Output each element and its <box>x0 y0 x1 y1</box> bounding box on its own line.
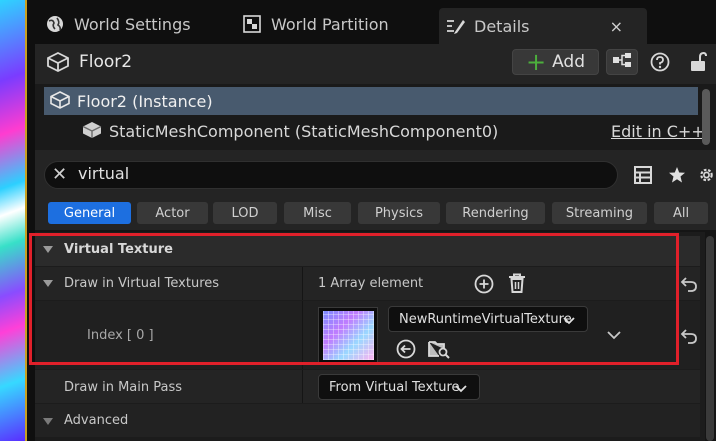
edit-in-cpp-link[interactable]: Edit in C++ <box>611 122 705 141</box>
filter-streaming[interactable]: Streaming <box>552 202 647 224</box>
property-matrix-icon[interactable] <box>632 164 654 186</box>
tab-label: Details <box>474 16 530 36</box>
filter-all[interactable]: All <box>654 202 708 224</box>
globe-icon <box>46 15 64 33</box>
static-mesh-icon <box>82 121 102 143</box>
column-divider[interactable] <box>302 370 303 403</box>
details-pencil-icon <box>446 17 465 35</box>
blueprint-hierarchy-button[interactable] <box>606 49 638 75</box>
add-component-button[interactable]: + Add <box>512 49 599 75</box>
viewport-edge <box>0 0 27 441</box>
actor-icon <box>47 51 69 76</box>
collapse-arrow-icon[interactable] <box>43 418 53 425</box>
panel-scrollbar[interactable] <box>706 236 714 441</box>
tree-item-root-label: Floor2 (Instance) <box>77 92 213 111</box>
filter-actor[interactable]: Actor <box>137 202 208 224</box>
close-tab-icon[interactable]: × <box>610 17 623 36</box>
category-advanced-row[interactable] <box>35 404 700 437</box>
filter-physics[interactable]: Physics <box>358 202 440 224</box>
tab-world-settings[interactable]: World Settings <box>46 8 191 40</box>
lock-icon[interactable] <box>686 50 710 74</box>
category-advanced-label: Advanced <box>64 413 129 428</box>
filter-general[interactable]: General <box>48 202 131 224</box>
hierarchy-icon <box>612 52 632 72</box>
search-input-value[interactable]: virtual <box>78 164 129 183</box>
tab-details[interactable]: Details × <box>439 8 647 44</box>
reset-to-default-icon[interactable] <box>678 325 700 347</box>
tab-label: World Partition <box>271 14 389 34</box>
highlight-box <box>29 233 679 365</box>
grid-map-icon <box>243 15 261 33</box>
plus-icon: + <box>525 48 547 76</box>
help-icon[interactable] <box>647 50 673 74</box>
tab-world-partition[interactable]: World Partition <box>243 8 389 40</box>
draw-in-main-pass-value: From Virtual Texture <box>329 379 460 395</box>
settings-gear-icon[interactable] <box>697 163 716 187</box>
reset-to-default-icon[interactable] <box>678 273 700 295</box>
filter-misc[interactable]: Misc <box>284 202 351 224</box>
actor-instance-icon <box>50 91 70 113</box>
tree-item-static-mesh-component[interactable]: StaticMeshComponent (StaticMeshComponent… <box>109 122 498 141</box>
draw-in-main-pass-label: Draw in Main Pass <box>64 380 183 395</box>
tab-label: World Settings <box>74 14 191 34</box>
tree-scrollbar[interactable] <box>702 89 710 145</box>
favorites-star-icon[interactable] <box>666 164 688 186</box>
add-label: Add <box>552 52 586 72</box>
clear-search-icon[interactable]: ✕ <box>52 164 67 185</box>
filter-rendering[interactable]: Rendering <box>446 202 545 224</box>
search-input[interactable] <box>44 161 618 189</box>
chevron-down-icon <box>455 382 467 397</box>
actor-name: Floor2 <box>79 52 133 72</box>
panel-gutter <box>27 0 35 441</box>
filter-lod[interactable]: LOD <box>213 202 277 224</box>
draw-in-main-pass-dropdown[interactable]: From Virtual Texture <box>318 374 480 400</box>
